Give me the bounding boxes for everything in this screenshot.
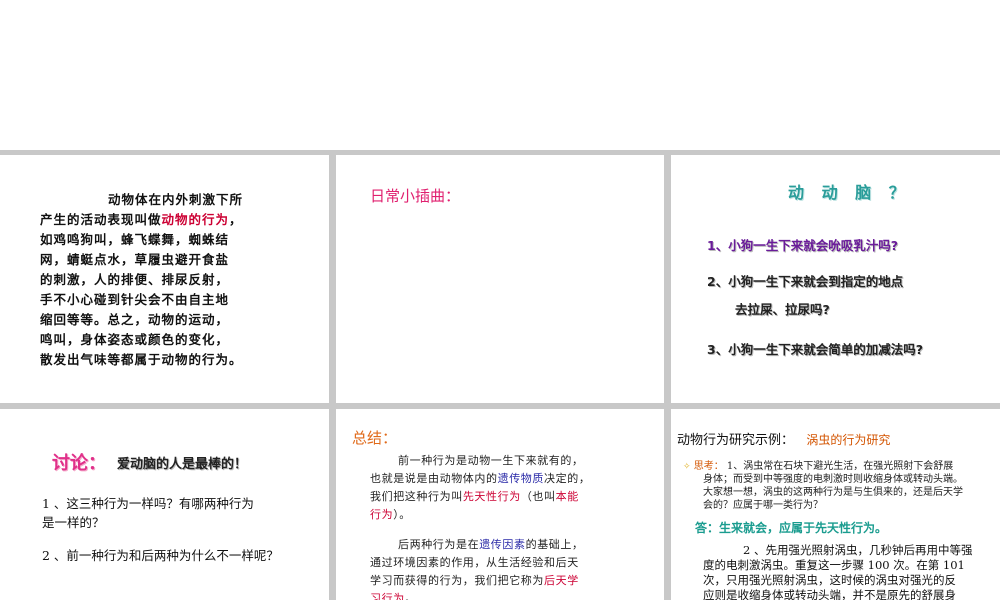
text-line: 散发出气味等都属于动物的行为。 (40, 352, 243, 367)
slide-thumbnail-3[interactable]: 动 动 脑 ？ 1、小狗一生下来就会吮吸乳汁吗? 2、小狗一生下来就会到指定的地… (671, 155, 1000, 403)
text-line: 习行为。 (370, 590, 416, 600)
slide-title: 总结： (352, 429, 398, 447)
text-line: 行为）。 (370, 508, 411, 521)
answer-text: 答：生来就会，应属于先天性行为。 (695, 521, 888, 535)
text-line: 次，只用强光照射涡虫，这时候的涡虫对强光的反 (703, 573, 956, 587)
text-line: 缩回等等。总之，动物的运动， (40, 312, 230, 327)
slide-thumbnail-6[interactable]: 动物行为研究示例： 涡虫的行为研究 ✧ 思考： 1、涡虫常在石块下避光生活，在强… (671, 409, 1000, 600)
text-line: 应则是收缩身体或转动头端，并不是原先的舒展身 (703, 588, 956, 600)
question-3: 3、小狗一生下来就会简单的加减法吗? (707, 342, 923, 357)
text-line: 通过环境因素的作用，从生活经验和后天 (370, 556, 579, 569)
slide-title: 日常小插曲： (370, 187, 461, 205)
slide-title: 动物行为研究示例： 涡虫的行为研究 (677, 433, 891, 448)
text-line: 产生的活动表现叫做动物的行为， (40, 212, 243, 227)
text-line: 鸣叫，身体姿态或颜色的变化， (40, 332, 230, 347)
text-line: 的刺激，人的排便、排尿反射， (40, 272, 230, 287)
highlight-term: 后天学 (544, 574, 579, 587)
highlight-term: 遗传物质 (497, 472, 545, 485)
highlight-term: 行为 (370, 508, 394, 521)
text-line: 手不小心碰到针尖会不由自主地 (40, 292, 230, 307)
slide-thumbnail-1[interactable]: 动物体在内外刺激下所 产生的活动表现叫做动物的行为， 如鸡鸣狗叫，蜂飞蝶舞，蜘蛛… (0, 155, 329, 403)
question-2: 2 、前一种行为和后两种为什么不一样呢？ (42, 548, 279, 563)
question-2: 2、小狗一生下来就会到指定的地点 (707, 274, 904, 289)
text-line: 后两种行为是在遗传因素的基础上， (398, 538, 584, 551)
highlight-term: 先天性行为 (462, 490, 521, 503)
slide-title: 动 动 脑 ？ (788, 183, 911, 202)
text-line: 前一种行为是动物一生下来就有的， (398, 454, 584, 467)
slide-thumbnail-5[interactable]: 总结： 前一种行为是动物一生下来就有的， 也就是说是由动物体内的遗传物质决定的，… (336, 409, 664, 600)
text-line: 2 、先用强光照射涡虫，几秒钟后再用中等强 (743, 543, 973, 557)
text-line: 我们把这种行为叫先天性行为（也叫本能 (370, 490, 579, 503)
highlight-term: 遗传因素 (479, 538, 526, 551)
diamond-bullet-icon: ✧ (683, 462, 691, 472)
slide-thumbnail-2[interactable]: 日常小插曲： (336, 155, 664, 403)
text-line: 度的电刺激涡虫。重复这一步骤 100 次。在第 101 (703, 558, 965, 572)
question-1: 1、小狗一生下来就会吮吸乳汁吗? (707, 238, 898, 253)
text-line: 会的？应属于哪一类行为？ (703, 500, 823, 511)
text-line: 学习而获得的行为，我们把它称为后天学 (370, 574, 579, 587)
highlight-term: 习行为 (370, 592, 405, 600)
slide-subtitle: 爱动脑的人是最棒的！ (117, 457, 248, 472)
text-line: 动物体在内外刺激下所 (108, 192, 244, 207)
question-1: 1 、这三种行为一样吗？有哪两种行为 (42, 496, 254, 511)
question-1-continued: 是一样的？ (42, 515, 105, 530)
highlight-term: 本能 (555, 490, 579, 503)
question-2-continued: 去拉屎、拉尿吗? (735, 302, 830, 317)
slide-title: 讨论： (52, 453, 106, 474)
text-line: 如鸡鸣狗叫，蜂飞蝶舞，蜘蛛结 (40, 232, 230, 247)
slide-thumbnail-4[interactable]: 讨论： 爱动脑的人是最棒的！ 1 、这三种行为一样吗？有哪两种行为 是一样的？ … (0, 409, 329, 600)
highlight-term: 涡虫的行为研究 (806, 433, 891, 447)
text-line: 网，蜻蜓点水，草履虫避开食盐 (40, 252, 230, 267)
text-line: 也就是说是由动物体内的遗传物质决定的， (370, 472, 591, 485)
highlight-term: 动物的行为 (161, 212, 230, 227)
